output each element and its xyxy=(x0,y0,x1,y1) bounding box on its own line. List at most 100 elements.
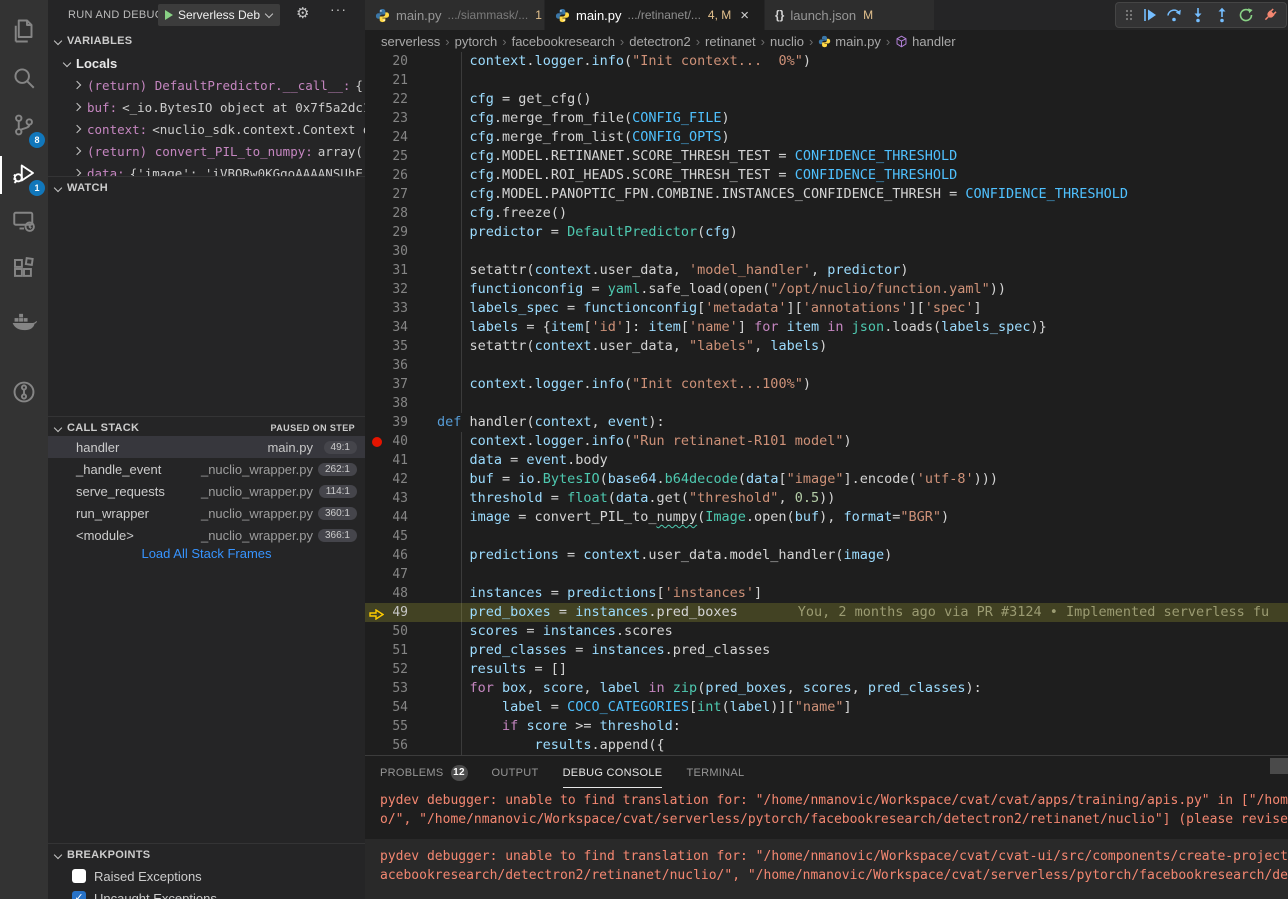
code-line[interactable]: 22 cfg = get_cfg() xyxy=(365,90,1288,109)
breakpoint-uncaught-exceptions[interactable]: ✓ Uncaught Exceptions xyxy=(48,887,365,899)
gutter[interactable]: 51 xyxy=(365,641,437,660)
code-line[interactable]: 46 predictions = context.user_data.model… xyxy=(365,546,1288,565)
start-debug-icon[interactable] xyxy=(165,10,173,20)
docker-button[interactable] xyxy=(0,300,48,346)
step-into-button[interactable] xyxy=(1190,7,1206,23)
variables-section-header[interactable]: VARIABLES xyxy=(48,30,365,52)
breadcrumb-item[interactable]: handler xyxy=(912,34,955,49)
gutter[interactable]: 38 xyxy=(365,394,437,413)
code-line[interactable]: 53 for box, score, label in zip(pred_box… xyxy=(365,679,1288,698)
watch-section-header[interactable]: WATCH xyxy=(48,176,365,198)
code-line[interactable]: 24 cfg.merge_from_list(CONFIG_OPTS) xyxy=(365,128,1288,147)
breadcrumb-item[interactable]: nuclio xyxy=(770,34,804,49)
call-stack-frame[interactable]: _handle_event_nuclio_wrapper.py262:1 xyxy=(48,458,365,480)
code-line[interactable]: 51 pred_classes = instances.pred_classes xyxy=(365,641,1288,660)
breadcrumb-item[interactable]: main.py xyxy=(835,34,881,49)
run-and-debug-button[interactable]: 1 xyxy=(0,152,48,198)
gutter[interactable]: 30 xyxy=(365,242,437,261)
tab-main-py-siammask[interactable]: main.py .../siammask/... 1 xyxy=(365,0,545,30)
tab-problems[interactable]: PROBLEMS 12 xyxy=(380,756,468,790)
code-line[interactable]: 39def handler(context, event): xyxy=(365,413,1288,432)
code-line[interactable]: 33 labels_spec = functionconfig['metadat… xyxy=(365,299,1288,318)
gutter[interactable]: 23 xyxy=(365,109,437,128)
code-line[interactable]: 56 results.append({ xyxy=(365,736,1288,755)
code-line[interactable]: 20 context.logger.info("Init context... … xyxy=(365,52,1288,71)
code-line[interactable]: 50 scores = instances.scores xyxy=(365,622,1288,641)
gutter[interactable]: 55 xyxy=(365,717,437,736)
breadcrumb-item[interactable]: detectron2 xyxy=(629,34,690,49)
code-line[interactable]: 48 instances = predictions['instances'] xyxy=(365,584,1288,603)
gutter[interactable]: 27 xyxy=(365,185,437,204)
gutter[interactable]: 20 xyxy=(365,52,437,71)
restart-button[interactable] xyxy=(1238,7,1254,23)
gutter[interactable]: 24 xyxy=(365,128,437,147)
gutter[interactable]: 33 xyxy=(365,299,437,318)
tab-launch-json[interactable]: {} launch.json M xyxy=(765,0,935,30)
variables-scope-locals[interactable]: Locals xyxy=(48,52,365,74)
checkbox-unchecked[interactable] xyxy=(72,869,86,883)
breadcrumb-item[interactable]: facebookresearch xyxy=(512,34,615,49)
gutter[interactable]: 56 xyxy=(365,736,437,755)
gutter[interactable]: 44 xyxy=(365,508,437,527)
gutter[interactable]: 40 xyxy=(365,432,437,451)
tab-main-py-retinanet[interactable]: main.py .../retinanet/... 4, M × xyxy=(545,0,765,30)
tab-debug-console[interactable]: DEBUG CONSOLE xyxy=(563,756,663,790)
step-over-button[interactable] xyxy=(1166,7,1182,23)
debug-config-dropdown[interactable]: Serverless Debu xyxy=(158,4,280,26)
code-line[interactable]: 42 buf = io.BytesIO(base64.b64decode(dat… xyxy=(365,470,1288,489)
code-line[interactable]: 49 pred_boxes = instances.pred_boxesYou,… xyxy=(365,603,1288,622)
explorer-button[interactable] xyxy=(0,10,48,56)
gutter[interactable]: 31 xyxy=(365,261,437,280)
search-button[interactable] xyxy=(0,57,48,103)
extensions-button[interactable] xyxy=(0,248,48,294)
gutter[interactable]: 46 xyxy=(365,546,437,565)
gutter[interactable]: 22 xyxy=(365,90,437,109)
code-line[interactable]: 47 xyxy=(365,565,1288,584)
code-line[interactable]: 25 cfg.MODEL.RETINANET.SCORE_THRESH_TEST… xyxy=(365,147,1288,166)
tab-terminal[interactable]: TERMINAL xyxy=(686,756,744,790)
breadcrumb-item[interactable]: serverless xyxy=(381,34,440,49)
gutter[interactable]: 26 xyxy=(365,166,437,185)
gutter[interactable]: 43 xyxy=(365,489,437,508)
load-all-stack-frames-link[interactable]: Load All Stack Frames xyxy=(48,546,365,561)
breakpoints-section-header[interactable]: BREAKPOINTS xyxy=(48,843,365,865)
gutter[interactable]: 47 xyxy=(365,565,437,584)
code-line[interactable]: 43 threshold = float(data.get("threshold… xyxy=(365,489,1288,508)
code-line[interactable]: 54 label = COCO_CATEGORIES[int(label)]["… xyxy=(365,698,1288,717)
call-stack-frame[interactable]: run_wrapper_nuclio_wrapper.py360:1 xyxy=(48,502,365,524)
gutter[interactable]: 35 xyxy=(365,337,437,356)
breadcrumb-item[interactable]: retinanet xyxy=(705,34,756,49)
gutter[interactable]: 53 xyxy=(365,679,437,698)
code-line[interactable]: 37 context.logger.info("Init context...1… xyxy=(365,375,1288,394)
gitlens-button[interactable] xyxy=(0,371,48,417)
code-line[interactable]: 35 setattr(context.user_data, "labels", … xyxy=(365,337,1288,356)
scrollbar-thumb[interactable] xyxy=(1270,758,1288,774)
code-line[interactable]: 30 xyxy=(365,242,1288,261)
code-line[interactable]: 44 image = convert_PIL_to_numpy(Image.op… xyxy=(365,508,1288,527)
code-line[interactable]: 29 predictor = DefaultPredictor(cfg) xyxy=(365,223,1288,242)
source-control-button[interactable]: 8 xyxy=(0,104,48,150)
gutter[interactable]: 37 xyxy=(365,375,437,394)
disconnect-button[interactable] xyxy=(1262,7,1278,23)
gutter[interactable]: 36 xyxy=(365,356,437,375)
call-stack-frame[interactable]: handlermain.py49:1 xyxy=(48,436,365,458)
code-line[interactable]: 40 context.logger.info("Run retinanet-R1… xyxy=(365,432,1288,451)
gutter[interactable]: 45 xyxy=(365,527,437,546)
code-line[interactable]: 21 xyxy=(365,71,1288,90)
gutter[interactable]: 28 xyxy=(365,204,437,223)
code-line[interactable]: 41 data = event.body xyxy=(365,451,1288,470)
breadcrumb-item[interactable]: pytorch xyxy=(455,34,498,49)
code-line[interactable]: 34 labels = {item['id']: item['name'] fo… xyxy=(365,318,1288,337)
gutter[interactable]: 48 xyxy=(365,584,437,603)
gutter[interactable]: 42 xyxy=(365,470,437,489)
remote-explorer-button[interactable] xyxy=(0,200,48,246)
code-line[interactable]: 52 results = [] xyxy=(365,660,1288,679)
variable-row[interactable]: data:{'image': 'iVBORw0KGgoAAAANSUhE… 55 xyxy=(48,162,365,176)
continue-button[interactable] xyxy=(1142,7,1158,23)
code-line[interactable]: 38 xyxy=(365,394,1288,413)
gutter[interactable]: 49 xyxy=(365,603,437,622)
gutter[interactable]: 50 xyxy=(365,622,437,641)
variable-row[interactable]: (return) convert_PIL_to_numpy:array([[[ … xyxy=(48,140,365,162)
breakpoint-raised-exceptions[interactable]: Raised Exceptions xyxy=(48,865,365,887)
call-stack-frame[interactable]: serve_requests_nuclio_wrapper.py114:1 xyxy=(48,480,365,502)
